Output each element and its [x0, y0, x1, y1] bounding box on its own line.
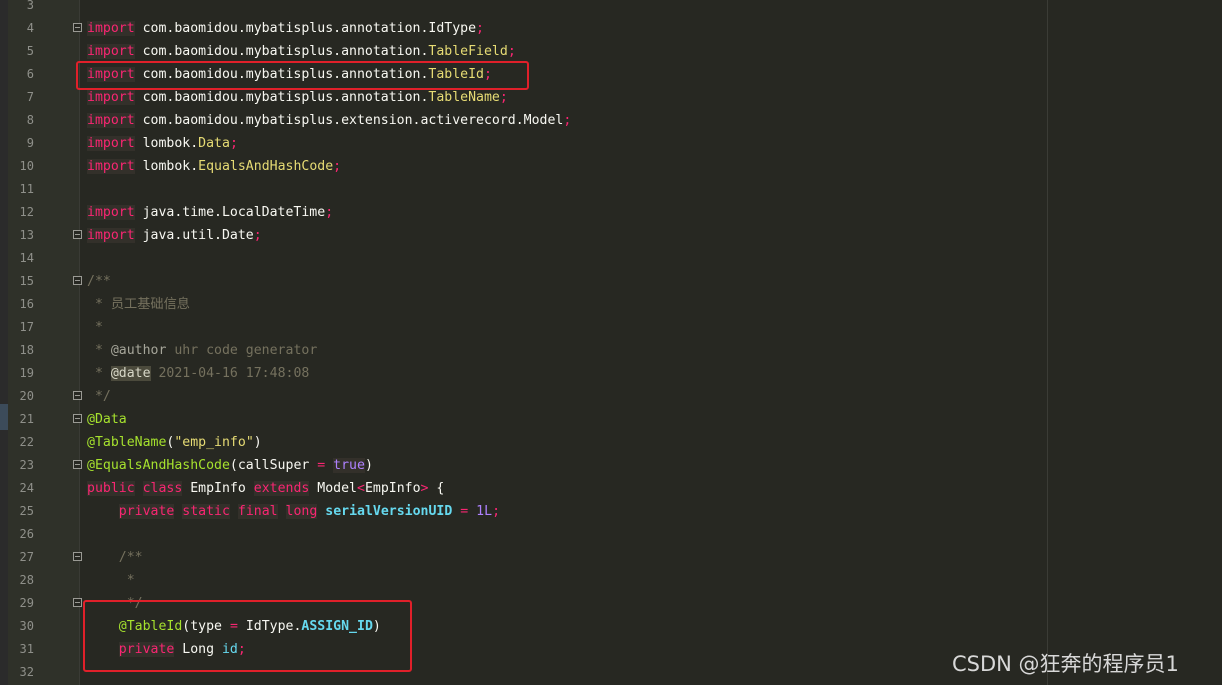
line-number: 5 — [26, 44, 34, 58]
line-number: 15 — [19, 274, 34, 288]
code-text: @TableName("emp_info") — [87, 435, 262, 450]
code-line[interactable]: 27 /** — [0, 546, 1222, 569]
code-line[interactable]: 9 import lombok.Data; — [0, 132, 1222, 155]
line-number: 24 — [19, 481, 34, 495]
code-line[interactable]: 4 import com.baomidou.mybatisplus.annotat… — [0, 17, 1222, 40]
line-number: 12 — [19, 205, 34, 219]
line-number: 11 — [19, 182, 34, 196]
code-text: @EqualsAndHashCode(callSuper = true) — [87, 458, 373, 473]
code-text: /** — [87, 550, 143, 565]
code-text: * — [87, 320, 103, 335]
line-number: 6 — [26, 67, 34, 81]
code-text: private static final long serialVersionU… — [118, 504, 501, 519]
code-text: @TableId(type = IdType.ASSIGN_ID) — [118, 619, 381, 634]
code-text: @Data — [87, 412, 127, 427]
code-line[interactable]: 22 @TableName("emp_info") — [0, 431, 1222, 454]
code-line[interactable]: 24 public class EmpInfo extends Model<Emp… — [0, 477, 1222, 500]
code-text: import com.baomidou.mybatisplus.annotati… — [87, 21, 484, 36]
code-line[interactable]: 3 — [0, 0, 1222, 17]
line-number: 26 — [19, 527, 34, 541]
code-text: import lombok.EqualsAndHashCode; — [87, 159, 342, 174]
line-number: 30 — [19, 619, 34, 633]
code-line[interactable]: 18 * @author uhr code generator — [0, 339, 1222, 362]
line-number: 22 — [19, 435, 34, 449]
fold-toggle-icon[interactable] — [73, 391, 82, 400]
line-number: 27 — [19, 550, 34, 564]
code-line[interactable]: 21 @Data — [0, 408, 1222, 431]
code-line[interactable]: 17 * — [0, 316, 1222, 339]
line-number: 31 — [19, 642, 34, 656]
code-text: * @author uhr code generator — [87, 343, 318, 358]
line-number: 21 — [19, 412, 34, 426]
line-number: 29 — [19, 596, 34, 610]
line-number: 25 — [19, 504, 34, 518]
code-line[interactable]: 23 @EqualsAndHashCode(callSuper = true) — [0, 454, 1222, 477]
code-text: import java.util.Date; — [87, 228, 262, 243]
line-number: 18 — [19, 343, 34, 357]
code-line[interactable]: 30 @TableId(type = IdType.ASSIGN_ID) — [0, 615, 1222, 638]
line-number: 10 — [19, 159, 34, 173]
code-text: * — [87, 573, 135, 588]
code-line[interactable]: 11 — [0, 178, 1222, 201]
code-text: import com.baomidou.mybatisplus.annotati… — [87, 44, 516, 59]
line-number: 16 — [19, 297, 34, 311]
fold-toggle-icon[interactable] — [73, 414, 82, 423]
code-text: public class EmpInfo extends Model<EmpIn… — [87, 481, 445, 496]
code-line[interactable]: 20 */ — [0, 385, 1222, 408]
code-line[interactable]: 28 * — [0, 569, 1222, 592]
line-number: 17 — [19, 320, 34, 334]
code-line[interactable]: 19 * @date 2021-04-16 17:48:08 — [0, 362, 1222, 385]
fold-toggle-icon[interactable] — [73, 598, 82, 607]
line-number: 4 — [26, 21, 34, 35]
code-text: import java.time.LocalDateTime; — [87, 205, 334, 220]
code-text: * 员工基础信息 — [87, 297, 190, 312]
line-number: 28 — [19, 573, 34, 587]
code-line[interactable]: 25 private static final long serialVersi… — [0, 500, 1222, 523]
code-text: */ — [87, 389, 111, 404]
line-number: 19 — [19, 366, 34, 380]
fold-toggle-icon[interactable] — [73, 23, 82, 32]
line-number: 9 — [26, 136, 34, 150]
code-line[interactable]: 14 — [0, 247, 1222, 270]
code-line[interactable]: 29 */ — [0, 592, 1222, 615]
code-line[interactable]: 6 import com.baomidou.mybatisplus.annotat… — [0, 63, 1222, 86]
code-line[interactable]: 13 import java.util.Date; — [0, 224, 1222, 247]
line-number: 14 — [19, 251, 34, 265]
code-text: private Long id; — [118, 642, 246, 657]
code-text: import lombok.Data; — [87, 136, 238, 151]
code-line[interactable]: 5 import com.baomidou.mybatisplus.annotat… — [0, 40, 1222, 63]
fold-toggle-icon[interactable] — [73, 230, 82, 239]
code-line[interactable]: 12 import java.time.LocalDateTime; — [0, 201, 1222, 224]
code-text: * @date 2021-04-16 17:48:08 — [87, 366, 310, 381]
line-number: 7 — [26, 90, 34, 104]
code-text: import com.baomidou.mybatisplus.extensio… — [87, 113, 572, 128]
code-line[interactable]: 26 — [0, 523, 1222, 546]
line-number: 23 — [19, 458, 34, 472]
line-number: 8 — [26, 113, 34, 127]
fold-toggle-icon[interactable] — [73, 552, 82, 561]
line-number: 20 — [19, 389, 34, 403]
code-text: */ — [87, 596, 143, 611]
code-line[interactable]: 7 import com.baomidou.mybatisplus.annotat… — [0, 86, 1222, 109]
code-line[interactable]: 15 /** — [0, 270, 1222, 293]
code-text: /** — [87, 274, 111, 289]
fold-toggle-icon[interactable] — [73, 460, 82, 469]
watermark: CSDN @狂奔的程序员1 — [952, 652, 1179, 676]
line-number: 3 — [26, 0, 34, 12]
line-number: 13 — [19, 228, 34, 242]
fold-toggle-icon[interactable] — [73, 276, 82, 285]
code-text: import com.baomidou.mybatisplus.annotati… — [87, 67, 492, 82]
code-line[interactable]: 10 import lombok.EqualsAndHashCode; — [0, 155, 1222, 178]
line-number: 32 — [19, 665, 34, 679]
code-line[interactable]: 16 * 员工基础信息 — [0, 293, 1222, 316]
code-text: import com.baomidou.mybatisplus.annotati… — [87, 90, 508, 105]
code-line[interactable]: 8 import com.baomidou.mybatisplus.extensi… — [0, 109, 1222, 132]
